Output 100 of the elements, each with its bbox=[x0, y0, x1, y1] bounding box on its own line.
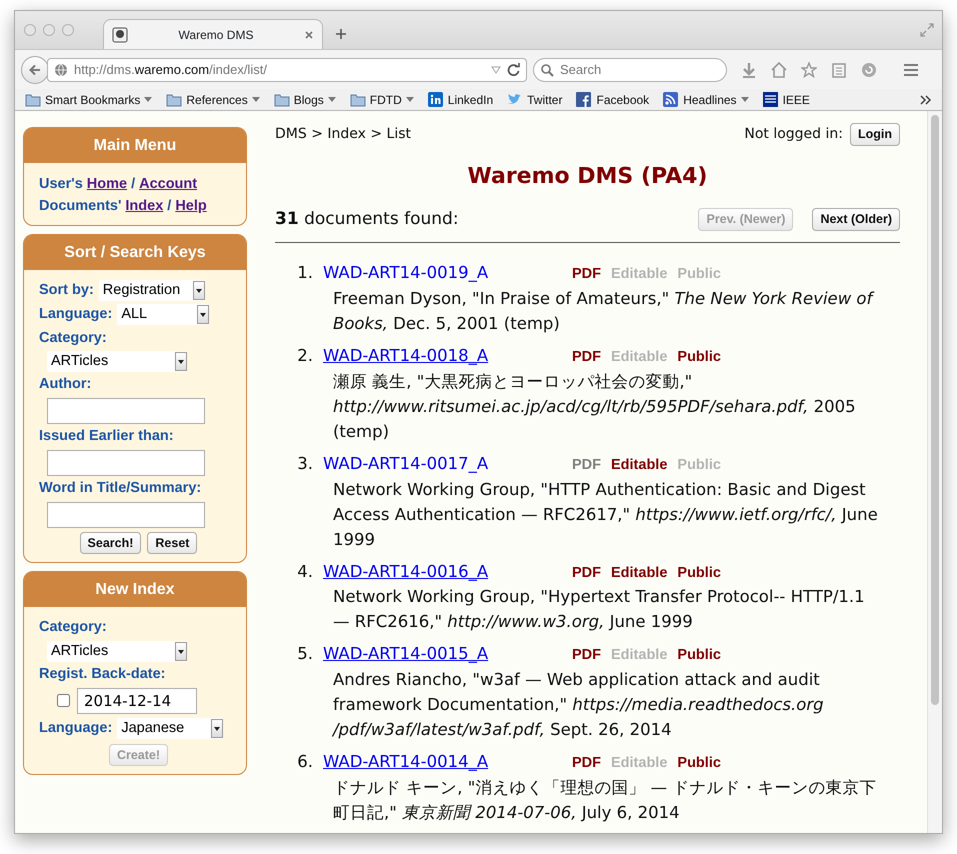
new-tab-icon[interactable] bbox=[335, 28, 347, 40]
citation: Freeman Dyson, "In Praise of Amateurs," The New York Review of Books, Dec. 5, 2001 (temp) bbox=[333, 288, 876, 335]
dropdown[interactable]: Japanese bbox=[117, 718, 224, 740]
panel-title: Main Menu bbox=[24, 128, 246, 163]
bookmark[interactable]: Smart Bookmarks bbox=[25, 90, 152, 108]
citation: 瀬原 義生, "大黒死病とヨーロッパ社会の変動," http://www.ritsumei.ac.jp/acd/cg/lt/rb/595PDF/sehara.pdf, 2005 (temp) bbox=[333, 370, 857, 443]
breadcrumb: DMS > Index > List bbox=[275, 124, 412, 144]
field-label: Language: bbox=[39, 304, 112, 324]
checkbox[interactable] bbox=[57, 694, 70, 708]
caret-icon bbox=[178, 360, 184, 364]
window-control-button[interactable] bbox=[62, 24, 74, 36]
form-button[interactable]: Search! bbox=[80, 532, 142, 554]
folder-icon bbox=[274, 92, 290, 107]
caret-icon bbox=[214, 726, 220, 731]
bookmark[interactable]: FDTD bbox=[350, 90, 414, 108]
bookmark[interactable]: LinkedIn bbox=[428, 90, 494, 108]
citation: Network Working Group, "HTTP Authentication: Basic and Digest Access Authentication — RFC2617," https://www.ietf.org/rfc/, June 1999 bbox=[333, 478, 878, 550]
field-label: Author: bbox=[39, 375, 92, 394]
text-field[interactable] bbox=[47, 450, 205, 476]
citation: Andres Riancho, "w3af — Web application attack and audit framework Documentation," https://media.readthedocs.org /pdf/w3af/latest/w3af.pdf, Sept. 26, 2014 bbox=[333, 669, 825, 741]
menu-link[interactable]: Help bbox=[175, 195, 207, 217]
flag-label: PDF bbox=[572, 564, 601, 582]
document-link[interactable]: WAD-ART14-0018_A bbox=[323, 344, 572, 369]
list-number: 2. bbox=[296, 345, 314, 367]
menu-link[interactable]: Account bbox=[139, 173, 198, 195]
window-control-button[interactable] bbox=[43, 24, 55, 36]
window-control-button[interactable] bbox=[24, 24, 36, 36]
bookmark[interactable]: Headlines bbox=[663, 90, 749, 108]
flag-label: PDF bbox=[572, 348, 601, 367]
folder-icon bbox=[25, 92, 41, 107]
pager-button[interactable]: Next (Older) bbox=[812, 208, 900, 231]
bookmark[interactable]: IEEE bbox=[762, 90, 810, 108]
dropdown[interactable]: ARTicles bbox=[47, 351, 187, 372]
text-field[interactable] bbox=[47, 502, 205, 528]
history-icon[interactable] bbox=[861, 62, 877, 78]
flag-label: Public bbox=[677, 265, 721, 284]
field-label: Regist. Back-date: bbox=[39, 665, 167, 684]
globe-icon bbox=[54, 62, 68, 76]
bookmark[interactable]: References bbox=[166, 90, 260, 108]
facebook-icon bbox=[576, 92, 592, 107]
fullscreen-icon[interactable] bbox=[920, 23, 934, 37]
menu-link[interactable]: Home bbox=[86, 173, 128, 195]
flag-label: Editable bbox=[611, 646, 668, 666]
list-number: 1. bbox=[296, 262, 314, 284]
citation: Network Working Group, "Hypertext Transfer Protocol-- HTTP/1.1 — RFC2616," http://www.w3.org, June 1999 bbox=[333, 586, 866, 634]
document-link[interactable]: WAD-ART14-0017_A bbox=[323, 452, 572, 476]
result-count: 31 documents found: bbox=[275, 208, 459, 231]
citation: ドナルド キーン, "消えゆく「理想の国」 — ドナルド・キーンの東京下町日記," 東京新聞 2014-07-06, July 6, 2014 bbox=[333, 776, 878, 824]
dropdown-icon[interactable] bbox=[491, 66, 501, 74]
date-field[interactable]: 2014-12-14 bbox=[77, 688, 197, 714]
bookmark[interactable]: Facebook bbox=[576, 90, 650, 108]
panel-title: Sort / Search Keys bbox=[24, 235, 246, 270]
flag-label: PDF bbox=[572, 265, 601, 284]
close-icon[interactable] bbox=[304, 30, 314, 40]
list-number: 3. bbox=[296, 452, 314, 475]
field-label: Issued Earlier than: bbox=[39, 427, 175, 446]
document-link[interactable]: WAD-ART14-0019_A bbox=[323, 261, 572, 286]
text-field[interactable] bbox=[47, 398, 205, 424]
flag-label: Public bbox=[677, 348, 721, 367]
caret-icon bbox=[200, 312, 206, 317]
field-label: Word in Title/Summary: bbox=[39, 478, 202, 498]
back-button[interactable] bbox=[21, 56, 49, 84]
list-number: 4. bbox=[296, 560, 314, 582]
flag-label: PDF bbox=[572, 456, 601, 475]
search-field[interactable]: Search bbox=[533, 58, 727, 82]
folder-icon bbox=[166, 92, 182, 107]
browser-tab[interactable]: Waremo DMS bbox=[103, 19, 323, 49]
download-icon[interactable] bbox=[741, 62, 757, 78]
field-label: Language: bbox=[39, 718, 112, 738]
document-link[interactable]: WAD-ART14-0014_A bbox=[323, 750, 572, 775]
flag-label: Editable bbox=[611, 564, 668, 582]
flag-label: Public bbox=[677, 564, 721, 582]
page-title: Waremo DMS (PA4) bbox=[466, 162, 708, 191]
home-icon[interactable] bbox=[771, 62, 787, 78]
menu-icon[interactable] bbox=[903, 62, 919, 78]
bookmark[interactable]: Blogs bbox=[274, 90, 336, 108]
scrollbar-thumb[interactable] bbox=[931, 115, 939, 705]
list-number: 6. bbox=[296, 751, 314, 773]
caret-icon bbox=[178, 650, 184, 654]
flag-label: PDF bbox=[572, 754, 601, 773]
menu-label: User's bbox=[39, 175, 83, 194]
chevron-icon[interactable] bbox=[920, 94, 932, 104]
document-link[interactable]: WAD-ART14-0015_A bbox=[323, 642, 572, 667]
flag-label: Public bbox=[677, 456, 721, 475]
clipboard-icon[interactable] bbox=[831, 62, 847, 78]
star-icon[interactable] bbox=[801, 62, 817, 78]
field-label: Sort by: bbox=[39, 281, 94, 300]
form-button[interactable]: Reset bbox=[147, 532, 198, 554]
menu-link[interactable]: Index bbox=[125, 195, 164, 217]
dropdown[interactable]: Registration bbox=[98, 280, 205, 302]
dropdown[interactable]: ALL bbox=[117, 304, 210, 326]
document-link[interactable]: WAD-ART14-0016_A bbox=[323, 560, 572, 584]
feed-icon bbox=[663, 92, 680, 107]
flag-label: Editable bbox=[611, 265, 668, 284]
dropdown[interactable]: ARTicles bbox=[47, 641, 187, 662]
reload-icon[interactable] bbox=[507, 63, 520, 76]
field-label: Category: bbox=[39, 619, 107, 636]
address-bar[interactable]: http://dms.waremo.com/index/list/ bbox=[47, 58, 527, 82]
login-button[interactable]: Login bbox=[850, 123, 900, 146]
bookmark[interactable]: Twitter bbox=[507, 90, 562, 108]
